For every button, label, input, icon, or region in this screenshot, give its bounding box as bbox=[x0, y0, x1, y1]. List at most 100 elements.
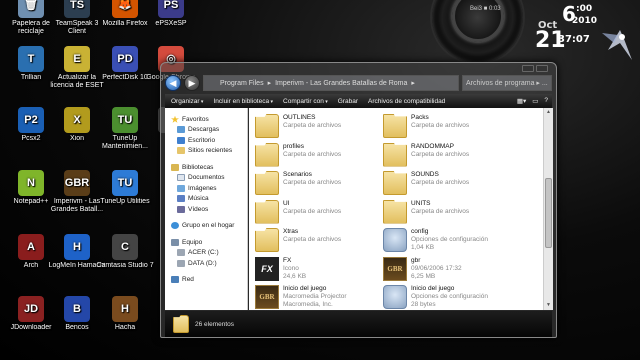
file-text: Packs Carpeta de archivos bbox=[411, 114, 469, 130]
help-icon[interactable]: ? bbox=[544, 97, 548, 105]
desktop-shortcut[interactable]: H Hacha bbox=[94, 296, 156, 332]
scroll-up-icon[interactable]: ▲ bbox=[545, 109, 552, 116]
file-item[interactable]: GBR Inicio del juego Macromedia Projector M… bbox=[255, 285, 385, 309]
scroll-thumb[interactable] bbox=[545, 178, 552, 248]
file-item[interactable]: FX FX Icono 24,6 KB bbox=[255, 256, 385, 281]
images-icon bbox=[177, 184, 185, 192]
file-item[interactable]: Inicio del juego Opciones de configuració… bbox=[383, 285, 513, 309]
file-type: Opciones de configuración bbox=[411, 293, 488, 300]
nav-homegroup[interactable]: Grupo en el hogar bbox=[165, 221, 247, 232]
maximize-button[interactable] bbox=[536, 65, 548, 72]
file-list: OUTLINES Carpeta de archivos Packs Carpeta … bbox=[249, 108, 543, 310]
file-item[interactable]: profiles Carpeta de archivos bbox=[255, 142, 385, 167]
burn-button[interactable]: Grabar bbox=[338, 98, 358, 105]
nav-music[interactable]: Música bbox=[165, 194, 247, 205]
file-item[interactable]: SOUNDS Carpeta de archivos bbox=[383, 171, 513, 195]
file-type: Carpeta de archivos bbox=[283, 179, 342, 186]
network-icon bbox=[171, 276, 179, 284]
desktop-icon bbox=[177, 136, 185, 144]
shortcut-icon: 🦊 bbox=[112, 0, 138, 18]
nav-recent[interactable]: Sitios recientes bbox=[165, 146, 247, 157]
file-text: Scenarios Carpeta de archivos bbox=[283, 171, 341, 187]
nav-drive-d[interactable]: DATA (D:) bbox=[165, 258, 247, 269]
details-pane: 26 elementos bbox=[165, 311, 552, 337]
documents-icon bbox=[177, 174, 185, 182]
view-options-icon[interactable]: ▦▾ bbox=[517, 97, 526, 105]
compat-files-button[interactable]: Archivos de compatibilidad bbox=[368, 98, 445, 105]
search-input[interactable]: Archivos de programa ▸ ... bbox=[462, 75, 552, 91]
navigation-pane: Favoritos Descargas Escritorio Sitios re… bbox=[165, 108, 248, 310]
nav-videos[interactable]: Vídeos bbox=[165, 204, 247, 215]
nav-music-label: Música bbox=[188, 195, 209, 203]
vertical-scrollbar[interactable]: ▲ ▼ bbox=[543, 108, 553, 310]
window-titlebar[interactable] bbox=[161, 63, 556, 73]
file-text: Inicio del juego Macromedia Projector Macr… bbox=[283, 285, 347, 309]
homegroup-icon bbox=[171, 222, 179, 230]
file-item[interactable]: Scenarios Carpeta de archivos bbox=[255, 171, 385, 195]
videos-icon bbox=[177, 205, 185, 213]
clock-year: 2010 bbox=[572, 16, 598, 26]
nav-downloads[interactable]: Descargas bbox=[165, 125, 247, 136]
breadcrumb-more[interactable]: ▸ bbox=[411, 79, 415, 87]
nav-drive-d-label: DATA (D:) bbox=[188, 259, 217, 267]
file-item[interactable]: UNITS Carpeta de archivos bbox=[383, 199, 513, 224]
folder-icon bbox=[383, 171, 407, 195]
breadcrumb-imperivm[interactable]: Imperivm - Las Grandes Batallas de Roma bbox=[275, 80, 407, 87]
nav-images-label: Imágenes bbox=[188, 184, 217, 192]
nav-images[interactable]: Imágenes bbox=[165, 183, 247, 194]
folder-icon bbox=[255, 171, 279, 195]
organize-button[interactable]: Organizar bbox=[171, 98, 203, 105]
shortcut-label: Hacha bbox=[114, 324, 136, 331]
folder-icon bbox=[383, 114, 407, 138]
file-name: UNITS bbox=[411, 199, 431, 207]
shortcut-icon: TS bbox=[64, 0, 90, 18]
desktop-shortcut[interactable]: TU TuneUp Utilities bbox=[94, 170, 156, 206]
file-text: profiles Carpeta de archivos bbox=[283, 143, 341, 159]
file-detail: 6,25 MB bbox=[411, 272, 436, 280]
file-item[interactable]: OUTLINES Carpeta de archivos bbox=[255, 114, 385, 138]
nav-documents[interactable]: Documentos bbox=[165, 173, 247, 184]
file-type: Carpeta de archivos bbox=[411, 150, 470, 158]
nav-documents-label: Documentos bbox=[188, 174, 225, 182]
nav-drive-c[interactable]: ACER (C:) bbox=[165, 248, 247, 259]
nav-computer[interactable]: Equipo bbox=[165, 237, 247, 248]
caption-buttons bbox=[522, 65, 548, 72]
file-name: config bbox=[411, 228, 429, 235]
file-type: Icono bbox=[283, 264, 299, 272]
desktop-shortcut[interactable]: PS ePSXeSP bbox=[140, 0, 202, 28]
include-library-button[interactable]: Incluir en biblioteca bbox=[213, 98, 273, 105]
back-button[interactable]: ◀ bbox=[165, 75, 181, 91]
file-item[interactable]: UI Carpeta de archivos bbox=[255, 199, 385, 224]
shortcut-label: ePSXeSP bbox=[155, 20, 187, 27]
file-item[interactable]: GBR gbr 09/06/2006 17:32 6,25 MB bbox=[383, 256, 513, 281]
file-text: UI Carpeta de archivos bbox=[283, 200, 341, 216]
file-text: OUTLINES Carpeta de archivos bbox=[283, 114, 341, 130]
file-type: Carpeta de archivos bbox=[283, 207, 342, 215]
file-item[interactable]: Xtras Carpeta de archivos bbox=[255, 228, 385, 252]
nav-favorites[interactable]: Favoritos bbox=[165, 114, 247, 125]
scroll-down-icon[interactable]: ▼ bbox=[545, 302, 552, 309]
config-file-icon bbox=[383, 228, 407, 252]
file-name: Packs bbox=[411, 114, 429, 121]
nav-network[interactable]: Red bbox=[165, 275, 247, 286]
breadcrumb-separator-icon: ▸ bbox=[267, 80, 272, 87]
breadcrumb-program-files[interactable]: Program Files bbox=[220, 80, 264, 87]
nav-libraries[interactable]: Bibliotecas bbox=[165, 162, 247, 173]
file-type: 09/06/2006 17:32 bbox=[411, 264, 462, 272]
address-bar[interactable]: Program Files ▸ Imperivm - Las Grandes B… bbox=[203, 75, 459, 91]
file-name: Inicio del juego bbox=[283, 285, 327, 292]
share-button[interactable]: Compartir con bbox=[283, 98, 328, 105]
shortcut-icon: T bbox=[18, 46, 44, 72]
folder-icon bbox=[255, 228, 279, 252]
file-item[interactable]: RANDOMMAP Carpeta de archivos bbox=[383, 142, 513, 167]
file-item[interactable]: config Opciones de configuración 1,04 KB bbox=[383, 228, 513, 252]
preview-pane-icon[interactable]: ▭ bbox=[532, 97, 538, 105]
file-item[interactable]: Packs Carpeta de archivos bbox=[383, 114, 513, 138]
file-type: Carpeta de archivos bbox=[283, 122, 342, 129]
forward-button[interactable]: ▶ bbox=[184, 75, 200, 91]
drive-icon bbox=[177, 249, 185, 257]
desktop-shortcut[interactable]: C Camtasia Studio 7 bbox=[94, 234, 156, 270]
nav-desktop[interactable]: Escritorio bbox=[165, 135, 247, 146]
explorer-window[interactable]: ◀ ▶ Program Files ▸ Imperivm - Las Grand… bbox=[160, 62, 557, 338]
minimize-button[interactable] bbox=[522, 65, 534, 72]
